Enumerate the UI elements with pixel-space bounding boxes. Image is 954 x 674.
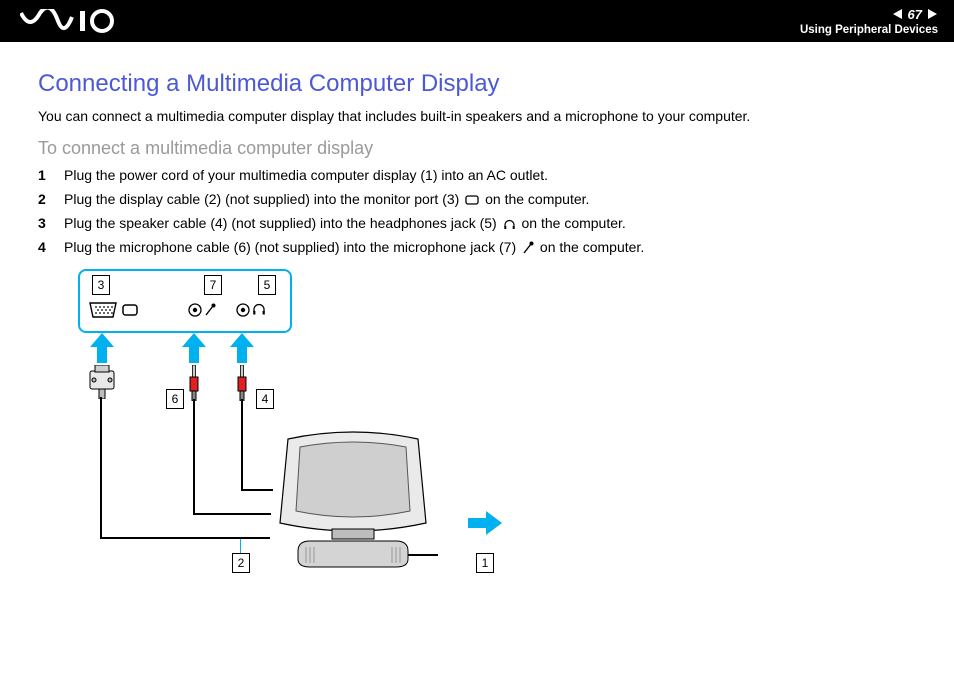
arrow-up-icon xyxy=(90,333,114,363)
step-text: Plug the display cable (2) (not supplied… xyxy=(64,191,589,207)
mic-cable xyxy=(193,513,271,515)
callout-2: 2 xyxy=(232,553,250,573)
callout-1: 1 xyxy=(476,553,494,573)
display-cable xyxy=(100,397,102,539)
mic-jack-icon xyxy=(188,303,202,317)
microphone-icon xyxy=(522,241,534,255)
step-2: 2 Plug the display cable (2) (not suppli… xyxy=(38,191,920,207)
next-page-arrow-icon[interactable] xyxy=(926,8,938,20)
speaker-plug-icon xyxy=(236,365,248,401)
step-number: 2 xyxy=(38,191,52,207)
step-4: 4 Plug the microphone cable (6) (not sup… xyxy=(38,239,920,255)
arrow-up-icon xyxy=(182,333,206,363)
step-list: 1 Plug the power cord of your multimedia… xyxy=(38,167,920,255)
vaio-logo xyxy=(20,9,130,33)
step-number: 4 xyxy=(38,239,52,255)
page-number: 67 xyxy=(908,7,922,22)
step-text: Plug the power cord of your multimedia c… xyxy=(64,167,548,183)
header-bar: 67 Using Peripheral Devices xyxy=(0,0,954,42)
step-text: Plug the speaker cable (4) (not supplied… xyxy=(64,215,626,231)
callout-tick xyxy=(240,539,241,553)
page-content: Connecting a Multimedia Computer Display… xyxy=(0,42,954,579)
arrow-right-icon xyxy=(468,511,502,535)
connection-diagram: 3 7 5 xyxy=(78,269,578,579)
header-right: 67 Using Peripheral Devices xyxy=(800,7,938,36)
multimedia-monitor-icon xyxy=(268,429,438,574)
intro-paragraph: You can connect a multimedia computer di… xyxy=(38,108,920,124)
step-number: 1 xyxy=(38,167,52,183)
section-title: Using Peripheral Devices xyxy=(800,24,938,36)
step-number: 3 xyxy=(38,215,52,231)
speaker-cable xyxy=(241,399,243,491)
prev-page-arrow-icon[interactable] xyxy=(892,8,904,20)
mic-symbol-icon xyxy=(204,303,216,317)
callout-6: 6 xyxy=(166,389,184,409)
mic-cable xyxy=(193,399,195,515)
monitor-port-symbol-icon xyxy=(122,303,138,317)
vga-port-icon xyxy=(88,301,118,319)
step-3: 3 Plug the speaker cable (4) (not suppli… xyxy=(38,215,920,231)
display-cable xyxy=(100,537,270,539)
callout-3: 3 xyxy=(92,275,110,295)
headphone-symbol-icon xyxy=(252,302,266,317)
mic-plug-icon xyxy=(188,365,200,401)
headphones-icon xyxy=(503,218,516,231)
procedure-heading: To connect a multimedia computer display xyxy=(38,138,920,159)
callout-7: 7 xyxy=(204,275,222,295)
arrow-up-icon xyxy=(230,333,254,363)
page-title: Connecting a Multimedia Computer Display xyxy=(38,70,920,98)
vga-plug-icon xyxy=(86,365,118,399)
callout-5: 5 xyxy=(258,275,276,295)
step-text: Plug the microphone cable (6) (not suppl… xyxy=(64,239,644,255)
step-1: 1 Plug the power cord of your multimedia… xyxy=(38,167,920,183)
page-navigation: 67 xyxy=(892,7,938,22)
headphone-jack-icon xyxy=(236,303,250,317)
callout-4: 4 xyxy=(256,389,274,409)
monitor-port-icon xyxy=(465,194,479,206)
